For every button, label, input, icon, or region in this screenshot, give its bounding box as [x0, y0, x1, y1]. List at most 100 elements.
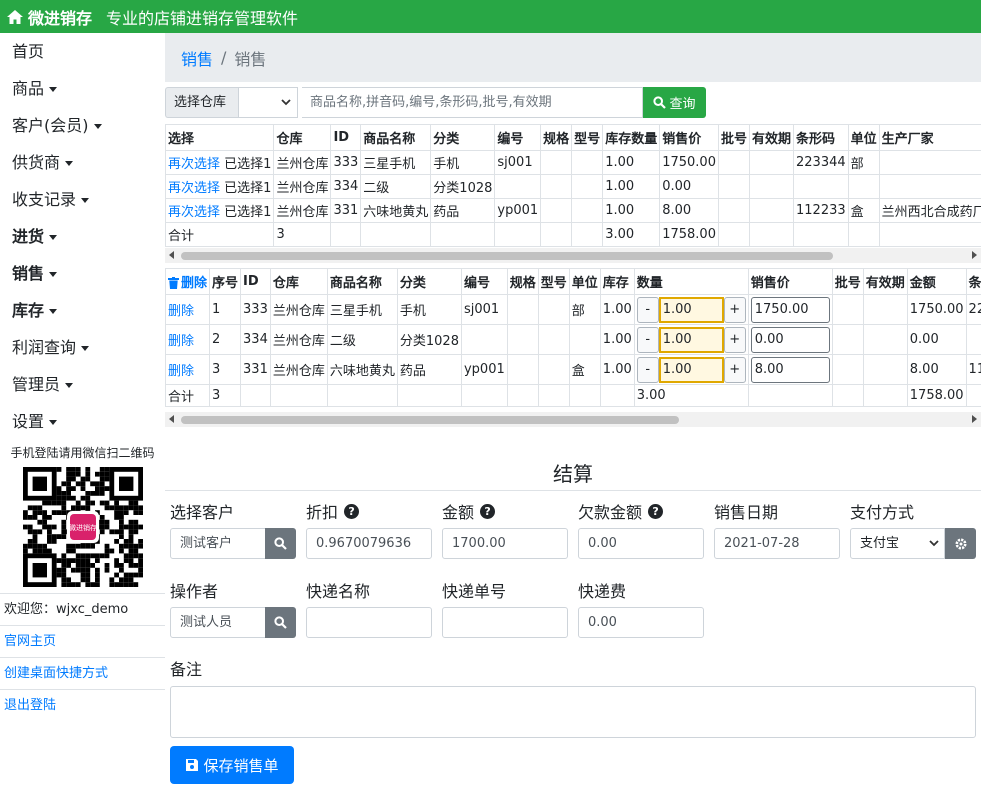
link-logout[interactable]: 退出登陆 [0, 689, 165, 721]
column-header: 规格 [540, 124, 573, 151]
breadcrumb-parent[interactable]: 销售 [181, 46, 213, 70]
table-cell [831, 324, 864, 355]
operator-input[interactable]: 测试人员 [170, 607, 266, 638]
customer-search-button[interactable] [265, 528, 296, 559]
date-input[interactable]: 2021-07-28 [714, 528, 840, 559]
reselect-link[interactable]: 再次选择 [168, 181, 220, 196]
table-cell [540, 150, 573, 175]
amount-input[interactable]: 1700.00 [442, 528, 568, 559]
sidebar-item[interactable]: 管理员 [0, 366, 165, 403]
price-input[interactable]: 1750.00 [750, 296, 830, 323]
qty-minus-button[interactable]: - [636, 326, 659, 353]
help-icon[interactable]: ? [648, 503, 664, 519]
table-cell: 1.00 [602, 150, 661, 175]
scroll-right-icon[interactable] [972, 251, 977, 259]
brand[interactable]: 微进销存 [6, 5, 92, 29]
column-header: 有效期 [748, 124, 795, 151]
sidebar-item-label: 管理员 [12, 375, 61, 394]
price-input[interactable]: 0.00 [750, 326, 830, 353]
table-cell: 兰州仓库 [269, 324, 328, 355]
remark-textarea[interactable] [170, 686, 976, 738]
search-input[interactable]: 商品名称,拼音码,编号,条形码,批号,有效期 [302, 87, 643, 118]
table-cell: sj001 [494, 150, 542, 175]
table-cell: 331 [330, 198, 362, 223]
table-cell: 兰州仓库 [273, 198, 332, 223]
sidebar-item[interactable]: 进货 [0, 218, 165, 255]
link-desktop-shortcut[interactable]: 创建桌面快捷方式 [0, 657, 165, 689]
total-cell [965, 384, 981, 407]
qty-plus-button[interactable]: + [723, 296, 746, 323]
sidebar-item[interactable]: 商品 [0, 70, 165, 107]
cart-table-scrollbar[interactable] [165, 412, 981, 427]
table-row: 删除 3 331 兰州仓库 六味地黄丸 药品 yp001 盒 1.00-1.00 +8.00 8.0… [165, 354, 981, 385]
reselect-link[interactable]: 再次选择 [168, 157, 220, 172]
column-header: 批号 [831, 268, 864, 295]
save-sale-button[interactable]: 保存销售单 [170, 746, 294, 784]
help-icon[interactable]: ? [344, 503, 360, 519]
qty-plus-button[interactable]: + [723, 326, 746, 353]
payment-select[interactable]: 支付宝 [850, 528, 945, 559]
sidebar-item[interactable]: 首页 [0, 33, 165, 70]
qty-minus-button[interactable]: - [636, 356, 659, 383]
help-icon[interactable]: ? [480, 503, 496, 519]
delete-all-header[interactable]: 删除 [165, 268, 211, 295]
customer-input[interactable]: 测试客户 [170, 528, 266, 559]
chevron-down-icon [281, 99, 291, 106]
table-cell: 8.00 [906, 354, 967, 385]
scroll-thumb[interactable] [181, 416, 679, 424]
product-table-scrollbar[interactable] [165, 248, 981, 263]
sidebar-item[interactable]: 利润查询 [0, 329, 165, 366]
caret-down-icon [81, 346, 90, 351]
total-cell [460, 384, 508, 407]
delete-row-link[interactable]: 删除 [168, 334, 194, 349]
qty-input[interactable]: 1.00 [658, 296, 724, 323]
operator-search-button[interactable] [265, 607, 296, 638]
link-home-site[interactable]: 官网主页 [0, 625, 165, 657]
sidebar-item[interactable]: 收支记录 [0, 181, 165, 218]
qty-minus-button[interactable]: - [636, 296, 659, 323]
scroll-right-icon[interactable] [972, 415, 977, 423]
delete-row-link[interactable]: 删除 [168, 364, 194, 379]
payment-settings-button[interactable] [945, 528, 976, 559]
express-name-input[interactable] [306, 607, 432, 638]
table-cell: 334 [330, 174, 362, 199]
table-cell: 333 [330, 150, 362, 175]
scroll-left-icon[interactable] [169, 415, 174, 423]
scroll-left-icon[interactable] [169, 251, 174, 259]
table-cell: 三星手机 [360, 150, 432, 175]
search-button[interactable]: 查询 [643, 87, 706, 118]
total-cell [793, 222, 849, 247]
express-fee-input[interactable]: 0.00 [578, 607, 704, 638]
qty-plus-button[interactable]: + [723, 356, 746, 383]
qty-input[interactable]: 1.00 [658, 356, 724, 383]
scroll-thumb[interactable] [181, 252, 833, 260]
sidebar-item[interactable]: 销售 [0, 255, 165, 292]
selected-count: 已选择1 [224, 157, 272, 172]
warehouse-select[interactable] [238, 87, 298, 118]
sidebar-item[interactable]: 客户(会员) [0, 107, 165, 144]
price-input[interactable]: 8.00 [750, 356, 830, 383]
total-cell: 3 [209, 384, 242, 407]
total-cell: 1758.00 [659, 222, 719, 247]
column-header: 商品名称 [360, 124, 432, 151]
delete-row-link[interactable]: 删除 [168, 304, 194, 319]
qr-code-wrap: 微进销存 [0, 467, 165, 587]
sidebar-item[interactable]: 库存 [0, 292, 165, 329]
sidebar-item[interactable]: 设置 [0, 403, 165, 440]
warehouse-label: 选择仓库 [165, 87, 238, 118]
discount-label-text: 折扣 [306, 503, 339, 522]
reselect-link[interactable]: 再次选择 [168, 205, 220, 220]
discount-input[interactable]: 0.9670079636 [306, 528, 432, 559]
sidebar-item[interactable]: 供货商 [0, 144, 165, 181]
debt-input[interactable]: 0.00 [578, 528, 704, 559]
total-cell [326, 384, 398, 407]
qty-input[interactable]: 1.00 [658, 326, 724, 353]
express-fee-label: 快递费 [578, 582, 627, 601]
column-header: 规格 [506, 268, 539, 295]
column-header: 单位 [568, 268, 601, 295]
product-table-header: 选择 仓库 ID 商品名称 分类 编号 规格 型号 库存数量 销售价 批号 有效期 条形码 单位 生产厂家 [165, 124, 981, 151]
express-no-input[interactable] [442, 607, 568, 638]
table-cell [862, 324, 908, 355]
chevron-down-icon [929, 540, 939, 547]
remark-label: 备注 [170, 660, 203, 679]
